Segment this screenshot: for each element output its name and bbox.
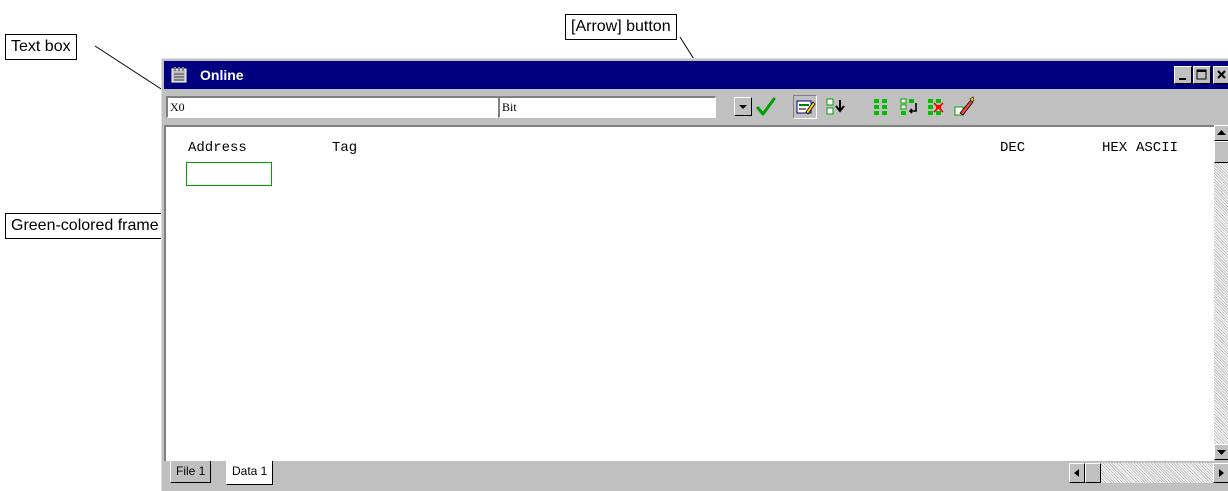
- column-header-ascii: ASCII: [1136, 140, 1179, 156]
- callout-green-frame: Green-colored frame: [5, 213, 165, 239]
- callout-arrow-button: [Arrow] button: [565, 14, 677, 40]
- minimize-button[interactable]: [1174, 66, 1192, 84]
- dropdown-arrow-icon: [739, 105, 747, 109]
- horizontal-scrollbar[interactable]: [1069, 463, 1228, 483]
- vertical-scrollbar[interactable]: [1214, 125, 1228, 461]
- close-icon: [1217, 70, 1226, 79]
- clear-button[interactable]: [952, 95, 976, 119]
- horizontal-scroll-track[interactable]: [1101, 463, 1213, 483]
- horizontal-scroll-thumb[interactable]: [1085, 463, 1101, 483]
- scroll-down-button[interactable]: [1214, 444, 1228, 460]
- confirm-button[interactable]: [754, 95, 778, 119]
- title-bar: Online: [164, 61, 1228, 89]
- grid-insert-icon: [900, 98, 917, 115]
- close-button[interactable]: [1213, 66, 1228, 84]
- callout-text-box: Text box: [5, 34, 77, 60]
- insert-column-icon: [826, 98, 845, 115]
- right-arrow-icon: [1219, 469, 1224, 477]
- monitor-mode-button[interactable]: [793, 95, 817, 119]
- maximize-icon: [1196, 69, 1207, 80]
- toolbar: X0 Bit: [164, 91, 1228, 123]
- online-window: Online X0 Bit Address Tag DEC HEX ASCII …: [161, 58, 1228, 491]
- scroll-up-button[interactable]: [1214, 125, 1228, 141]
- column-header-tag: Tag: [332, 140, 358, 156]
- insert-column-button[interactable]: [824, 95, 848, 119]
- grid-delete-icon: [928, 99, 944, 115]
- data-type-combo[interactable]: Bit: [498, 96, 716, 118]
- maximize-button[interactable]: [1193, 66, 1211, 84]
- column-header-hex: HEX: [1102, 140, 1128, 156]
- scroll-right-button[interactable]: [1213, 463, 1228, 483]
- left-arrow-icon: [1074, 469, 1079, 477]
- tab-data-1[interactable]: Data 1: [226, 461, 274, 485]
- vertical-scroll-thumb[interactable]: [1214, 141, 1228, 163]
- arrow-button[interactable]: [734, 97, 752, 116]
- up-arrow-icon: [1217, 130, 1226, 135]
- down-arrow-icon: [1217, 450, 1226, 455]
- minimize-icon: [1179, 78, 1186, 80]
- grid-delete-button[interactable]: [925, 95, 949, 119]
- monitor-edit-icon: [796, 100, 816, 115]
- tab-file-1[interactable]: File 1: [170, 461, 212, 483]
- green-checkmark-icon: [756, 97, 776, 116]
- eraser-brush-icon: [954, 96, 975, 116]
- grid-view-button[interactable]: [871, 95, 895, 119]
- grid-insert-button[interactable]: [898, 95, 922, 119]
- grid-icon: [874, 99, 887, 115]
- sheet-tab-bar: File 1 Data 1: [164, 461, 1228, 487]
- vertical-scroll-track[interactable]: [1214, 141, 1228, 444]
- column-header-dec: DEC: [1000, 140, 1026, 156]
- address-text-box[interactable]: X0: [166, 96, 500, 118]
- window-title: Online: [200, 67, 244, 83]
- monitor-list-area[interactable]: Address Tag DEC HEX ASCII: [164, 125, 1214, 461]
- green-selection-frame[interactable]: [186, 162, 272, 186]
- online-app-icon: [171, 67, 187, 83]
- column-header-address: Address: [188, 140, 247, 156]
- scroll-left-button[interactable]: [1069, 463, 1085, 483]
